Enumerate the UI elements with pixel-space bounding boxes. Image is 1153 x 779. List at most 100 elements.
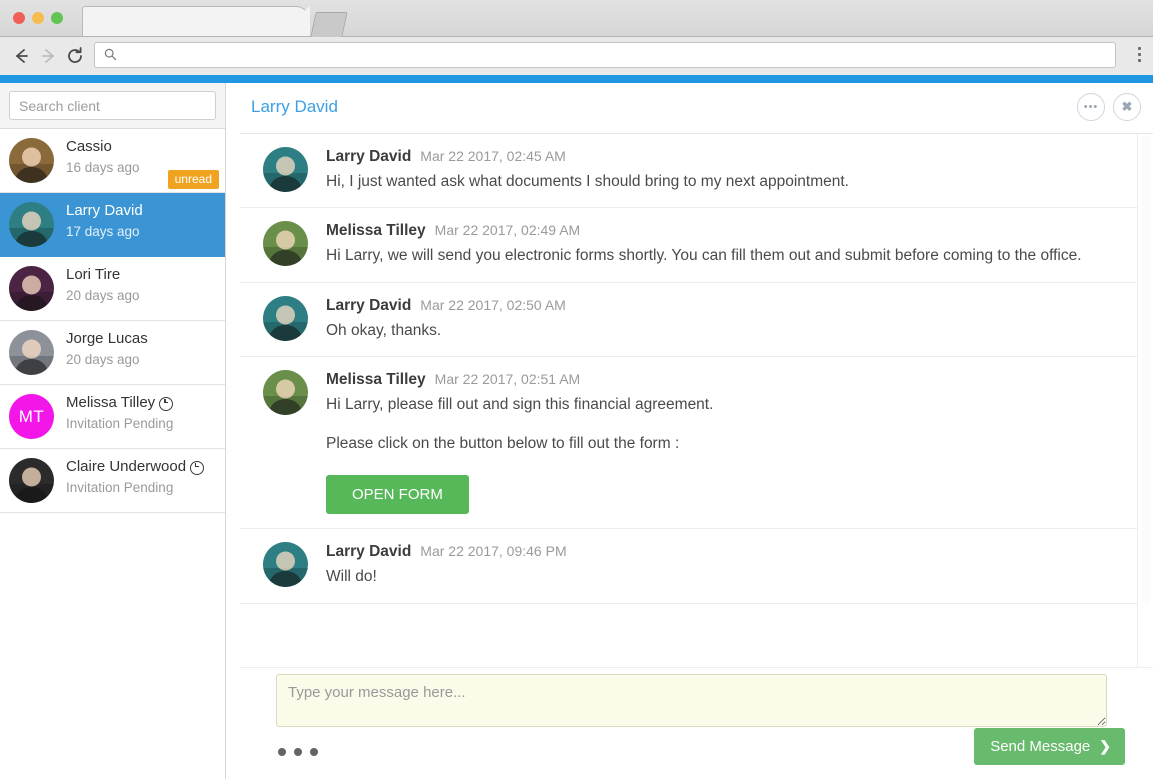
client-subtitle: 17 days ago <box>66 224 140 239</box>
message-scrollbar-thumb[interactable] <box>1142 134 1151 604</box>
client-list-item[interactable]: Cassio16 days agounread <box>0 129 225 193</box>
message-meta: Melissa Tilley Mar 22 2017, 02:49 AM <box>326 222 1120 240</box>
avatar-photo <box>263 296 308 341</box>
address-bar-input[interactable] <box>123 43 1107 69</box>
address-bar[interactable] <box>94 42 1116 68</box>
close-icon[interactable]: ✖ <box>1113 93 1141 121</box>
send-message-button[interactable]: Send Message ❯ <box>974 728 1125 765</box>
chat-message: Melissa Tilley Mar 22 2017, 02:51 AM Hi La… <box>240 357 1138 529</box>
browser-chrome <box>0 0 1153 75</box>
minimize-window-button[interactable] <box>32 12 44 24</box>
message-list: Larry DavidMar 22 2017, 02:45 AM Hi, I ju… <box>240 134 1138 604</box>
chat-message: Larry DavidMar 22 2017, 02:50 AMOh okay,… <box>240 283 1138 357</box>
avatar <box>9 202 54 247</box>
message-body: Hi Larry, please fill out and sign this … <box>326 394 1120 514</box>
browser-titlebar <box>0 0 1153 37</box>
app-accent-bar <box>0 75 1153 83</box>
chat-header: Larry David ••• ✖ <box>240 83 1153 134</box>
message-avatar <box>263 370 308 415</box>
client-list-item[interactable]: MT Melissa Tilley Invitation Pending <box>0 385 225 449</box>
message-paragraph: Will do! <box>326 566 1120 588</box>
avatar-photo <box>9 266 54 311</box>
avatar <box>9 458 54 503</box>
more-options-icon[interactable]: ••• <box>1077 93 1105 121</box>
avatar-photo <box>9 330 54 375</box>
chevron-right-icon: ❯ <box>1099 738 1111 755</box>
browser-tab-slant <box>276 6 310 36</box>
message-avatar <box>263 221 308 266</box>
avatar <box>9 138 54 183</box>
message-scroll-area[interactable]: Larry DavidMar 22 2017, 02:45 AM Hi, I ju… <box>240 134 1153 720</box>
client-subtitle: 20 days ago <box>66 288 140 303</box>
open-form-button[interactable]: OPEN FORM <box>326 475 469 514</box>
message-input[interactable] <box>276 674 1107 727</box>
client-subtitle: 20 days ago <box>66 352 140 367</box>
search-input[interactable] <box>9 91 216 120</box>
client-name: Cassio <box>66 138 112 155</box>
chat-pane: Larry David ••• ✖ Larry DavidMar 22 2017… <box>240 83 1153 779</box>
message-author: Melissa Tilley <box>326 222 426 239</box>
search-icon <box>104 48 117 61</box>
chat-message: Larry David Mar 22 2017, 09:46 PM Will do! <box>240 529 1138 603</box>
typing-dot <box>294 748 302 756</box>
kebab-menu-icon[interactable] <box>1138 47 1142 65</box>
client-list-item[interactable]: Jorge Lucas 20 days ago <box>0 321 225 385</box>
client-name-text: Claire Underwood <box>66 458 186 475</box>
typing-dot <box>310 748 318 756</box>
client-search-container <box>0 83 225 129</box>
typing-indicator <box>278 748 318 756</box>
send-message-label: Send Message <box>990 738 1090 755</box>
client-name: Jorge Lucas <box>66 330 148 347</box>
forward-arrow-icon[interactable] <box>38 45 60 67</box>
message-paragraph: Hi Larry, we will send you electronic fo… <box>326 245 1120 267</box>
message-author: Melissa Tilley <box>326 371 426 388</box>
client-list-item[interactable]: Claire UnderwoodInvitation Pending <box>0 449 225 513</box>
message-body: Hi Larry, we will send you electronic fo… <box>326 245 1120 267</box>
message-author: Larry David <box>326 297 411 314</box>
chat-title: Larry David <box>251 97 338 117</box>
message-body: Will do! <box>326 566 1120 588</box>
message-avatar <box>263 542 308 587</box>
client-name: Melissa Tilley <box>66 394 173 411</box>
avatar-photo <box>263 147 308 192</box>
message-author: Larry David <box>326 543 411 560</box>
client-name-text: Jorge Lucas <box>66 330 148 347</box>
unread-badge: unread <box>168 170 219 189</box>
avatar-photo <box>263 370 308 415</box>
avatar-photo <box>9 458 54 503</box>
client-name-text: Cassio <box>66 138 112 155</box>
message-meta: Larry DavidMar 22 2017, 02:45 AM <box>326 148 1120 166</box>
window-controls[interactable] <box>13 12 63 24</box>
message-timestamp: Mar 22 2017, 02:49 AM <box>435 222 581 238</box>
client-name: Larry David <box>66 202 143 219</box>
avatar <box>9 330 54 375</box>
back-arrow-icon[interactable] <box>10 45 32 67</box>
avatar-photo <box>263 221 308 266</box>
client-list-item[interactable]: Lori Tire 20 days ago <box>0 257 225 321</box>
client-list-item[interactable]: Larry David 17 days ago <box>0 193 225 257</box>
message-composer: Send Message ❯ <box>240 667 1153 779</box>
avatar-photo <box>9 138 54 183</box>
app-page: Cassio16 days agounread Larry David 17 day… <box>0 83 1153 779</box>
message-timestamp: Mar 22 2017, 09:46 PM <box>420 543 566 559</box>
chat-message: Melissa Tilley Mar 22 2017, 02:49 AM Hi La… <box>240 208 1138 282</box>
clock-icon <box>159 397 173 411</box>
client-name: Claire Underwood <box>66 458 204 475</box>
close-window-button[interactable] <box>13 12 25 24</box>
browser-toolbar <box>0 37 1153 75</box>
message-meta: Larry David Mar 22 2017, 09:46 PM <box>326 543 1120 561</box>
message-body: Oh okay, thanks. <box>326 320 1120 342</box>
message-paragraph: Oh okay, thanks. <box>326 320 1120 342</box>
client-list: Cassio16 days agounread Larry David 17 day… <box>0 129 225 513</box>
message-body: Hi, I just wanted ask what documents I s… <box>326 171 1120 193</box>
client-name: Lori Tire <box>66 266 120 283</box>
message-timestamp: Mar 22 2017, 02:51 AM <box>435 371 581 387</box>
new-tab-button[interactable] <box>310 12 347 37</box>
reload-icon[interactable] <box>64 45 86 67</box>
avatar-initials: MT <box>9 394 54 439</box>
message-avatar <box>263 147 308 192</box>
maximize-window-button[interactable] <box>51 12 63 24</box>
client-subtitle: Invitation Pending <box>66 416 173 431</box>
message-paragraph: Hi Larry, please fill out and sign this … <box>326 394 1120 416</box>
message-scrollbar[interactable] <box>1137 134 1153 720</box>
